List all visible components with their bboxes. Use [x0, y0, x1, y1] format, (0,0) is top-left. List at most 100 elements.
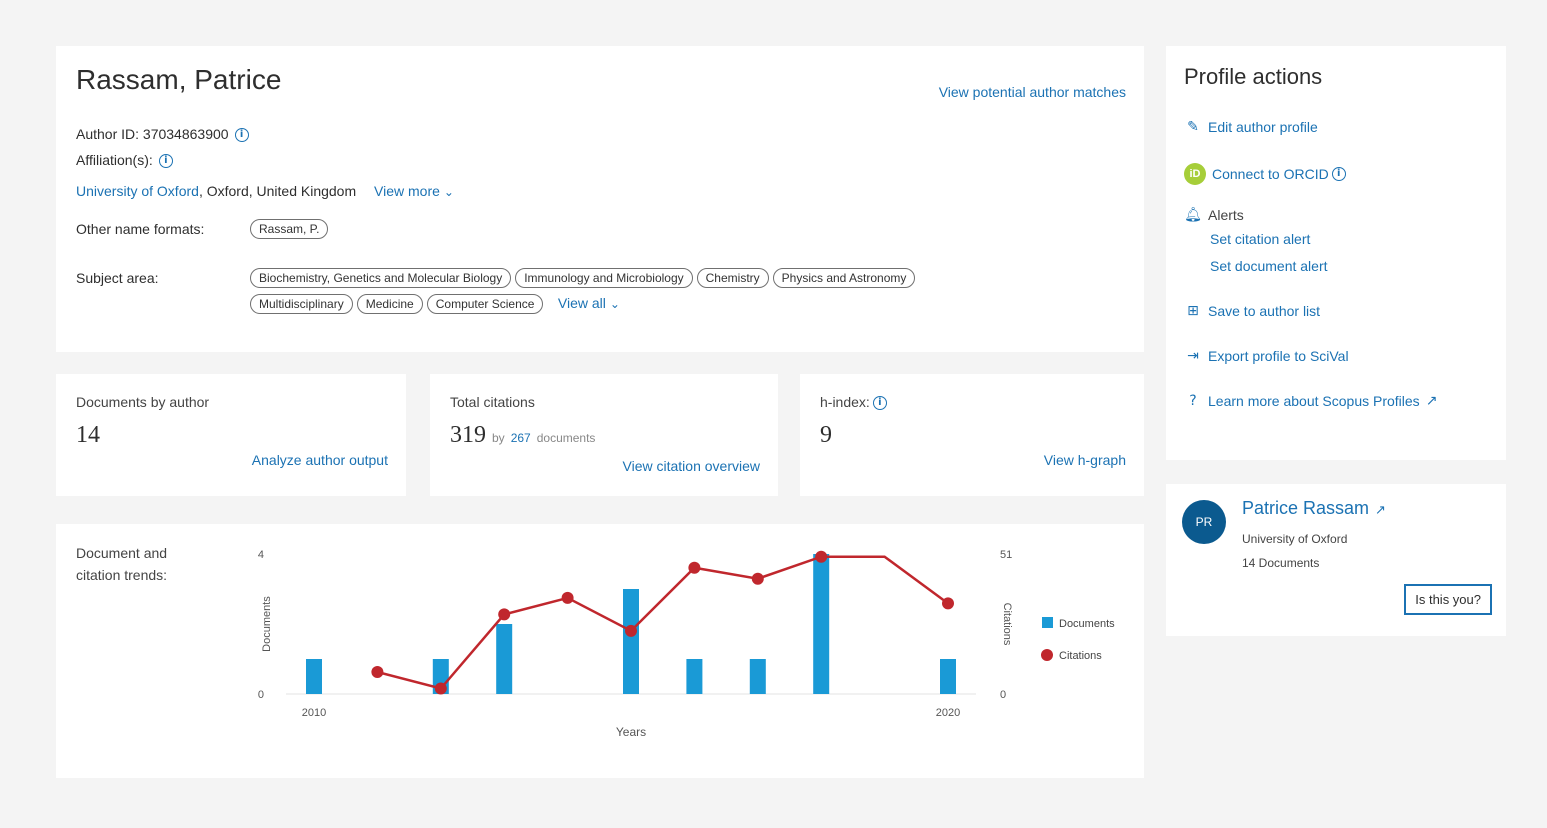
affiliation-link[interactable]: University of Oxford	[76, 183, 199, 199]
set-document-alert-link[interactable]: Set document alert	[1210, 258, 1328, 274]
citations-point	[815, 550, 828, 563]
edit-profile-action[interactable]: ✎ Edit author profile	[1184, 118, 1318, 136]
trends-chart-card: Document and citation trends: 4 0 51 0 Docum…	[56, 524, 1144, 778]
documents-metric-card: Documents by author 14 Analyze author ou…	[56, 374, 406, 496]
info-icon[interactable]: i	[1331, 167, 1346, 181]
documents-count: 14	[76, 422, 100, 448]
page-title: Rassam, Patrice	[76, 64, 282, 95]
author-summary-card: PR Patrice Rassam ↗ University of Oxford …	[1166, 484, 1506, 636]
subject-chip: Chemistry	[696, 268, 769, 288]
subject-chip: Immunology and Microbiology	[515, 268, 693, 288]
author-name: Patrice Rassam	[1242, 498, 1370, 518]
citations-documents-label: documents	[536, 431, 596, 445]
h-graph-link[interactable]: View h-graph	[1044, 452, 1126, 468]
subject-chip: Biochemistry, Genetics and Molecular Bio…	[250, 268, 512, 288]
documents-bar	[940, 659, 956, 694]
y-right-tick-label: 0	[1000, 689, 1006, 701]
edit-person-icon: ✎	[1187, 119, 1199, 135]
citations-point	[625, 624, 637, 637]
x-tick-label: 2010	[302, 707, 326, 719]
avatar: PR	[1182, 500, 1226, 544]
info-icon[interactable]: i	[234, 128, 249, 143]
author-id: Author ID: 37034863900	[76, 126, 229, 142]
h-index-value: 9	[820, 422, 832, 448]
citations-value-row: 319 by 267 documents	[450, 422, 595, 449]
save-to-list-label: Save to author list	[1208, 303, 1321, 319]
legend-citations-label: Citations	[1059, 650, 1102, 662]
external-link-icon: ↗	[1375, 503, 1386, 518]
info-icon[interactable]: i	[158, 154, 173, 169]
affiliation-line: University of Oxford, Oxford, United Kin…	[76, 183, 454, 199]
subject-chip: Multidisciplinary	[250, 294, 353, 314]
author-documents: 14 Documents	[1242, 556, 1320, 570]
info-icon[interactable]: i	[872, 396, 887, 411]
view-more-link[interactable]: View more ⌄	[374, 183, 454, 199]
alerts-heading: 🔔︎ Alerts	[1184, 206, 1244, 224]
citations-point	[498, 608, 511, 621]
x-axis-label: Years	[616, 725, 646, 739]
citation-overview-link[interactable]: View citation overview	[623, 458, 760, 474]
export-scival-action[interactable]: ⇥ Export profile to SciVal	[1184, 347, 1349, 365]
documents-bar	[623, 589, 639, 694]
affiliation-location: , Oxford, United Kingdom	[198, 183, 357, 199]
documents-bar	[306, 659, 322, 694]
documents-bar	[686, 659, 703, 694]
view-all-link[interactable]: View all ⌄	[558, 295, 620, 311]
affiliations-row: Affiliation(s): i	[76, 152, 173, 169]
actions-title: Profile actions	[1184, 64, 1323, 89]
citations-point	[688, 561, 701, 574]
view-more-label: View more	[374, 183, 440, 199]
legend-documents-label: Documents	[1059, 618, 1115, 630]
citations-point	[561, 591, 574, 604]
author-profile-card: Rassam, Patrice View potential author ma…	[56, 46, 1144, 352]
chevron-down-icon: ⌄	[443, 185, 454, 199]
citations-line	[377, 555, 949, 690]
affiliations-label: Affiliation(s):	[76, 152, 153, 168]
learn-more-label: Learn more about Scopus Profiles	[1208, 393, 1420, 409]
documents-bar	[749, 659, 766, 694]
view-all-label: View all	[557, 295, 606, 311]
legend-citations-swatch	[1041, 649, 1053, 661]
potential-matches-link[interactable]: View potential author matches	[939, 84, 1126, 100]
y-left-tick-label: 0	[258, 689, 264, 701]
analyze-output-link[interactable]: Analyze author output	[252, 452, 388, 468]
author-name-link[interactable]: Patrice Rassam ↗	[1242, 498, 1386, 519]
h-index-label-row: h-index: i	[820, 394, 887, 411]
learn-more-action[interactable]: ? Learn more about Scopus Profiles ↗	[1184, 392, 1437, 410]
citations-count: 319	[450, 422, 486, 448]
citations-metric-card: Total citations 319 by 267 documents Vie…	[430, 374, 778, 496]
citations-point	[371, 666, 384, 679]
citations-point	[434, 682, 447, 695]
external-link-icon: ↗	[1425, 393, 1438, 409]
subject-chip: Computer Science	[426, 294, 544, 314]
chevron-down-icon: ⌄	[609, 297, 620, 311]
export-scival-label: Export profile to SciVal	[1208, 348, 1349, 364]
connect-orcid-label: Connect to ORCID	[1212, 166, 1329, 182]
trend-chart: 4 0 51 0 Documents Citations 2010 2020 Years Docu…	[258, 549, 1115, 739]
documents-bar	[496, 624, 513, 694]
citations-point	[751, 572, 764, 585]
documents-label: Documents by author	[76, 394, 210, 410]
other-names-list: Rassam, P.	[250, 219, 332, 245]
save-list-icon: ⊞	[1187, 303, 1199, 319]
save-to-list-action[interactable]: ⊞ Save to author list	[1184, 302, 1320, 320]
set-citation-alert-link[interactable]: Set citation alert	[1210, 231, 1310, 247]
author-id-row: Author ID: 37034863900 i	[76, 126, 249, 143]
is-this-you-button[interactable]: Is this you?	[1404, 584, 1492, 615]
help-icon: ?	[1189, 393, 1197, 409]
y-left-tick-label: 4	[258, 549, 264, 561]
author-affiliation: University of Oxford	[1242, 532, 1348, 546]
connect-orcid-action[interactable]: iD Connect to ORCID i	[1184, 163, 1346, 185]
bell-icon: 🔔︎	[1184, 207, 1202, 223]
x-tick-label: 2020	[936, 707, 960, 719]
alerts-label: Alerts	[1208, 207, 1244, 223]
subject-area-list: Biochemistry, Genetics and Molecular Bio…	[250, 268, 1120, 320]
subject-chip: Physics and Astronomy	[772, 268, 916, 288]
citing-documents-link[interactable]: 267	[511, 431, 531, 445]
subject-chip: Medicine	[356, 294, 423, 314]
y-left-axis-label: Documents	[261, 596, 273, 652]
documents-bar	[813, 554, 830, 694]
citations-by: by	[492, 431, 505, 445]
citations-label: Total citations	[450, 394, 535, 410]
legend-documents-swatch	[1042, 617, 1053, 628]
